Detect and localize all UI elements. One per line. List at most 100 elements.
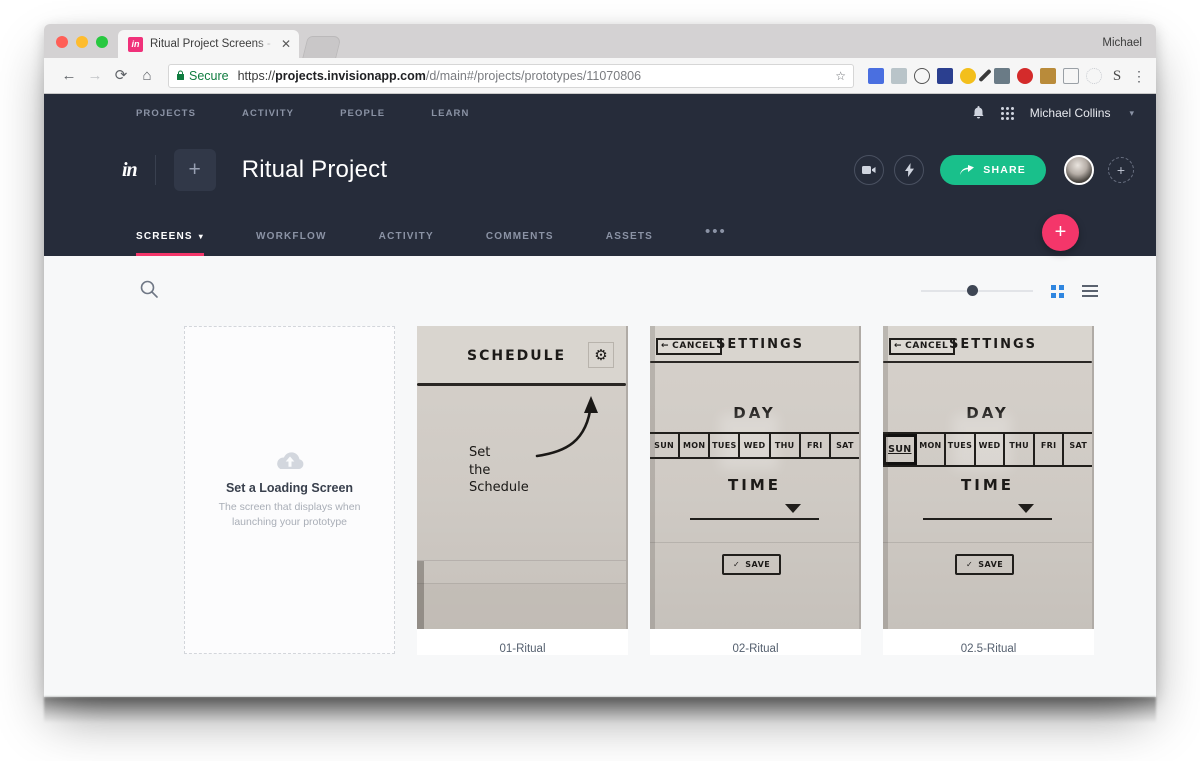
- reload-icon[interactable]: ⟳: [108, 68, 134, 83]
- screen-label[interactable]: 01-Ritual: [417, 629, 628, 655]
- bookmark-star-icon[interactable]: ☆: [835, 69, 846, 83]
- topnav-item-activity[interactable]: ACTIVITY: [242, 108, 294, 119]
- secure-label: Secure: [189, 68, 229, 83]
- cancel-button[interactable]: ← CANCEL: [889, 338, 956, 355]
- screen-card[interactable]: SCHEDULE ⚙ Set the Schedule 01-Ritual: [417, 326, 628, 655]
- day-cell-thu[interactable]: THU: [771, 434, 801, 457]
- day-cell-thu[interactable]: THU: [1005, 434, 1035, 465]
- apps-grid-icon[interactable]: [1000, 106, 1014, 120]
- add-collaborator-button[interactable]: +: [1108, 157, 1134, 183]
- tab-comments[interactable]: COMMENTS: [486, 231, 554, 256]
- screen-thumbnail[interactable]: ← CANCEL SETTINGS DAY SUN MON TUES WED T…: [650, 326, 861, 629]
- gear-icon[interactable]: ⚙: [588, 342, 614, 368]
- day-cell-tues[interactable]: TUES: [710, 434, 741, 457]
- new-tab-button[interactable]: [302, 36, 342, 58]
- disabled-extension-icon[interactable]: [1086, 67, 1102, 84]
- day-cell-tues[interactable]: TUES: [946, 434, 976, 465]
- invision-app: PROJECTS ACTIVITY PEOPLE LEARN Michael C…: [44, 94, 1156, 697]
- add-screen-fab[interactable]: +: [1042, 214, 1079, 251]
- bolt-icon[interactable]: [894, 155, 925, 185]
- time-label: TIME: [961, 476, 1014, 494]
- invision-logo[interactable]: in: [122, 159, 138, 182]
- dropdown-caret-icon[interactable]: [1018, 504, 1034, 513]
- image-icon[interactable]: [937, 67, 953, 84]
- chrome-menu-icon[interactable]: ⋮: [1132, 69, 1146, 83]
- pocket-icon[interactable]: [868, 67, 884, 84]
- day-cell-fri[interactable]: FRI: [1035, 434, 1065, 465]
- screen-thumbnail[interactable]: SCHEDULE ⚙ Set the Schedule: [417, 326, 628, 629]
- notification-bell-icon[interactable]: [972, 106, 985, 120]
- day-cell-fri[interactable]: FRI: [801, 434, 831, 457]
- tab-assets[interactable]: ASSETS: [606, 231, 653, 256]
- url-path: /d/main#/projects/prototypes/11070806: [425, 68, 642, 83]
- ghostery-icon[interactable]: [994, 67, 1010, 84]
- slider-handle[interactable]: [966, 285, 978, 296]
- close-tab-icon[interactable]: ✕: [281, 38, 291, 50]
- grammarly-icon[interactable]: S: [1109, 68, 1125, 84]
- day-cell-sat[interactable]: SAT: [831, 434, 859, 457]
- screen-label[interactable]: 02.5-Ritual: [883, 629, 1094, 655]
- pencil-icon[interactable]: [978, 68, 992, 83]
- info-icon[interactable]: [914, 67, 930, 84]
- cancel-button[interactable]: ← CANCEL: [656, 338, 723, 355]
- forward-icon[interactable]: →: [82, 68, 108, 83]
- minimize-window-button[interactable]: [76, 36, 88, 48]
- topnav-item-people[interactable]: PEOPLE: [340, 108, 385, 119]
- day-cell-sat[interactable]: SAT: [1064, 434, 1092, 465]
- close-window-button[interactable]: [56, 36, 68, 48]
- add-screen-button[interactable]: +: [173, 149, 216, 191]
- cancel-label: CANCEL: [672, 341, 716, 351]
- list-view-icon[interactable]: [1082, 285, 1098, 297]
- day-cell-wed[interactable]: WED: [976, 434, 1006, 465]
- back-icon[interactable]: ←: [56, 68, 82, 83]
- thumbnail-size-slider[interactable]: [921, 285, 1033, 296]
- chevron-down-icon[interactable]: ▾: [1129, 108, 1134, 119]
- save-button[interactable]: ✓ SAVE: [722, 554, 782, 575]
- address-bar[interactable]: Secure https:// projects.invisionapp.com…: [168, 63, 854, 88]
- day-cell-sun[interactable]: SUN: [883, 434, 917, 465]
- screen-card[interactable]: ← CANCEL SETTINGS DAY SUN MON TUES WED T…: [883, 326, 1094, 655]
- time-input-line[interactable]: [690, 518, 819, 520]
- back-arrow-icon: ←: [661, 341, 670, 351]
- dropdown-caret-icon[interactable]: [785, 504, 801, 513]
- screen-card[interactable]: ← CANCEL SETTINGS DAY SUN MON TUES WED T…: [650, 326, 861, 655]
- avatar[interactable]: [1064, 155, 1094, 185]
- sketch-edge-shadow: [650, 326, 655, 629]
- day-cell-mon[interactable]: MON: [680, 434, 711, 457]
- home-icon[interactable]: ⌂: [134, 68, 160, 83]
- browser-tabstrip: in Ritual Project Screens - InVisio ✕ Mi…: [44, 24, 1156, 58]
- buffer-icon[interactable]: [1063, 67, 1079, 84]
- url-scheme: https://: [237, 68, 276, 83]
- sketch-seam: [650, 542, 859, 543]
- video-icon[interactable]: [854, 155, 885, 185]
- day-selector[interactable]: SUN MON TUES WED THU FRI SAT: [650, 432, 859, 459]
- topnav-item-projects[interactable]: PROJECTS: [136, 108, 196, 119]
- screen-thumbnail[interactable]: ← CANCEL SETTINGS DAY SUN MON TUES WED T…: [883, 326, 1094, 629]
- loading-screen-dropzone[interactable]: Set a Loading Screen The screen that dis…: [184, 326, 395, 654]
- tab-activity[interactable]: ACTIVITY: [379, 231, 434, 256]
- grid-view-icon[interactable]: [1051, 284, 1064, 298]
- eyedropper-icon[interactable]: [891, 67, 907, 84]
- adblock-icon[interactable]: [1017, 67, 1033, 84]
- loading-screen-card[interactable]: Set a Loading Screen The screen that dis…: [184, 326, 395, 655]
- chevron-down-icon[interactable]: ▾: [199, 232, 204, 241]
- search-icon[interactable]: [140, 280, 158, 303]
- share-button[interactable]: SHARE: [940, 155, 1046, 185]
- day-selector[interactable]: SUN MON TUES WED THU FRI SAT: [883, 432, 1092, 467]
- day-cell-mon[interactable]: MON: [917, 434, 947, 465]
- chrome-profile-name[interactable]: Michael: [1102, 37, 1142, 49]
- cookie-icon[interactable]: [960, 67, 976, 84]
- screen-label[interactable]: 02-Ritual: [650, 629, 861, 655]
- save-button[interactable]: ✓ SAVE: [955, 554, 1015, 575]
- maximize-window-button[interactable]: [96, 36, 108, 48]
- topnav-item-learn[interactable]: LEARN: [431, 108, 469, 119]
- tab-workflow[interactable]: WORKFLOW: [256, 231, 327, 256]
- tab-overflow-icon[interactable]: •••: [705, 223, 727, 256]
- day-cell-wed[interactable]: WED: [740, 434, 771, 457]
- url-host: projects.invisionapp.com: [275, 68, 426, 83]
- tab-screens[interactable]: SCREENS ▾: [136, 231, 204, 256]
- save-icon[interactable]: [1040, 67, 1056, 84]
- browser-tab[interactable]: in Ritual Project Screens - InVisio ✕: [118, 30, 300, 58]
- user-menu-label[interactable]: Michael Collins: [1030, 106, 1111, 120]
- time-input-line[interactable]: [923, 518, 1052, 520]
